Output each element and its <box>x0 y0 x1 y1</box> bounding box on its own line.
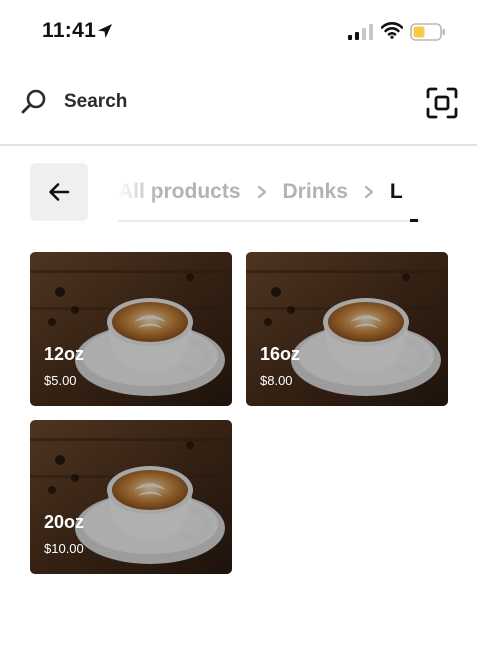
wifi-icon <box>381 22 403 39</box>
battery-icon <box>410 23 445 41</box>
chevron-right-icon <box>364 185 373 199</box>
breadcrumb-active-indicator <box>410 219 418 222</box>
product-card-16oz[interactable]: 16oz $8.00 <box>246 252 448 406</box>
breadcrumb-track <box>118 220 421 222</box>
search-icon <box>21 89 46 114</box>
cellular-signal-icon <box>348 24 373 40</box>
location-arrow-icon <box>98 24 112 38</box>
chevron-right-icon <box>257 185 266 199</box>
product-price: $5.00 <box>44 373 77 388</box>
product-name: 12oz <box>44 344 85 364</box>
breadcrumb-fade <box>118 174 158 222</box>
status-time: 11:41 <box>42 19 97 42</box>
status-bar: 11:41 <box>0 0 477 62</box>
product-name: 16oz <box>260 344 301 364</box>
scan-icon[interactable] <box>425 86 459 120</box>
product-card-12oz[interactable]: 12oz $5.00 <box>30 252 232 406</box>
product-name: 20oz <box>44 512 85 532</box>
search-input[interactable]: Search <box>64 91 127 113</box>
back-button[interactable] <box>30 163 88 221</box>
breadcrumb-item-current[interactable]: L <box>390 180 403 204</box>
product-card-20oz[interactable]: 20oz $10.00 <box>30 420 232 574</box>
breadcrumb: All products Drinks L <box>118 174 421 222</box>
product-price: $8.00 <box>260 373 293 388</box>
breadcrumb-item-drinks[interactable]: Drinks <box>283 180 348 204</box>
search-bar[interactable]: Search <box>0 72 477 146</box>
arrow-left-icon <box>49 183 70 201</box>
product-price: $10.00 <box>44 541 84 556</box>
